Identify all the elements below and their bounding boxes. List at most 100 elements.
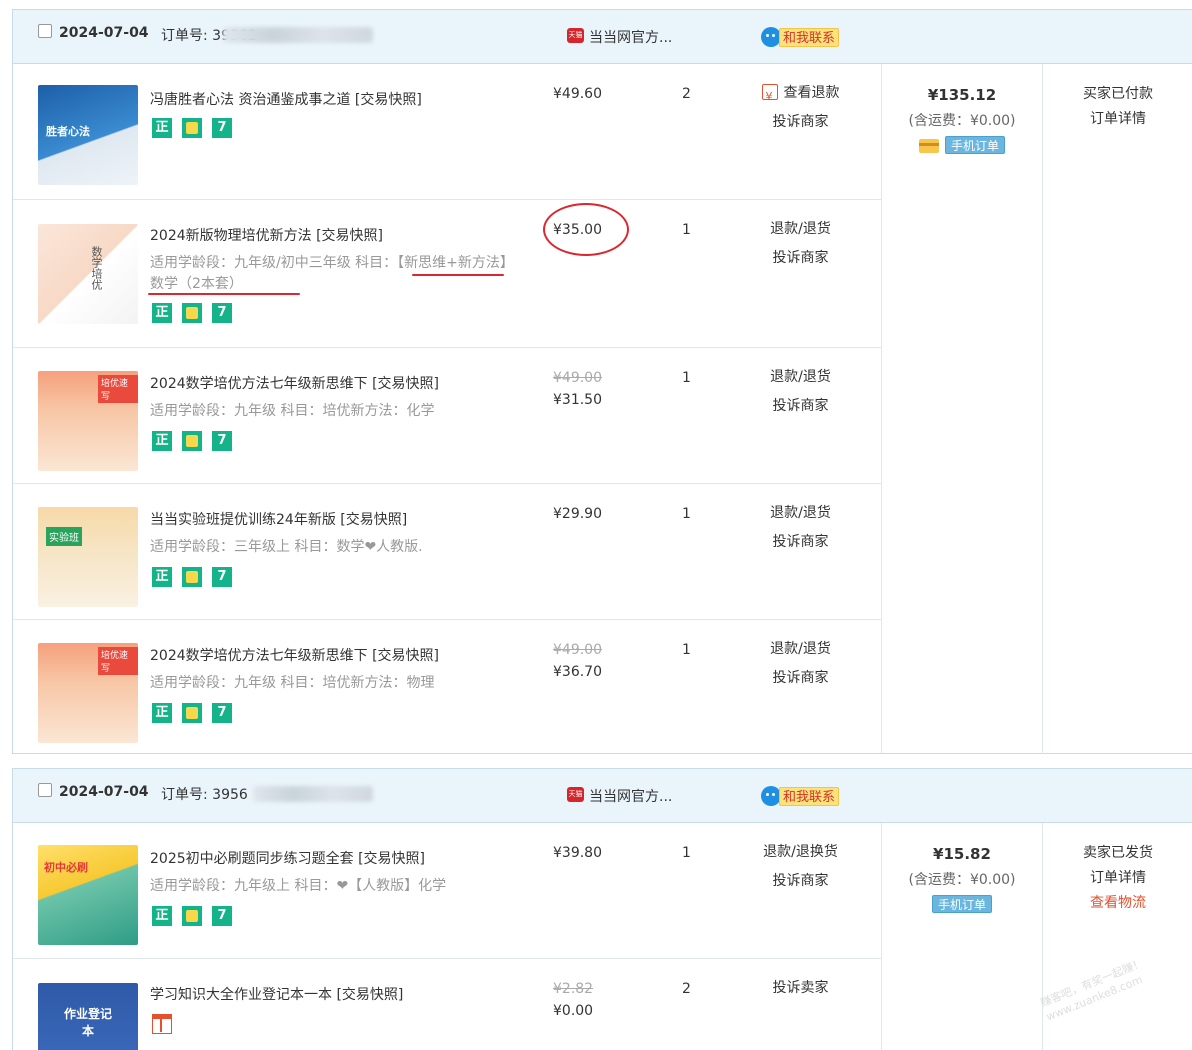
thumbnail-text: 培优速写: [98, 647, 138, 675]
guarantee-badge-icon: [182, 906, 202, 926]
product-attributes: 适用学龄段：九年级上 科目：❤【人教版】化学: [150, 878, 447, 894]
product-title-link[interactable]: 冯唐胜者心法 资治通鉴成事之道 [交易快照]: [150, 89, 422, 109]
item-quantity: 1: [682, 222, 691, 238]
original-price: ¥2.82: [553, 981, 594, 997]
genuine-badge-icon: 正: [152, 906, 172, 926]
item-quantity: 1: [682, 642, 691, 658]
item-actions: 查看退款 投诉商家: [748, 79, 853, 137]
guarantee-badge-icon: [182, 703, 202, 723]
tmall-icon: 天猫: [567, 787, 584, 802]
product-thumbnail[interactable]: 培优速写: [38, 643, 138, 743]
current-price: ¥0.00: [553, 1003, 594, 1019]
seven-day-return-icon: 7: [212, 567, 232, 587]
contact-seller-label: 和我联系: [779, 787, 840, 806]
order-detail-link[interactable]: 订单详情: [1043, 866, 1192, 891]
order-header: 2024-07-04 订单号: 39562 天猫 当当网官方... 和我联系: [13, 10, 1192, 64]
product-title-link[interactable]: 2024新版物理培优新方法 [交易快照]: [150, 225, 383, 245]
refund-exchange-link[interactable]: 退款/退换货: [748, 838, 853, 867]
original-price: ¥49.00: [553, 642, 602, 658]
complain-seller-link[interactable]: 投诉商家: [748, 664, 853, 693]
thumbnail-text: 胜者心法: [46, 125, 90, 138]
product-title-link[interactable]: 当当实验班提优训练24年新版 [交易快照]: [150, 509, 407, 529]
service-badges: 正 7: [152, 118, 232, 138]
complain-seller-link[interactable]: 投诉商家: [748, 392, 853, 421]
attr-underline-1: [412, 274, 504, 276]
complain-seller-link[interactable]: 投诉卖家: [748, 974, 853, 1003]
order-item-row: 培优速写 2024数学培优方法七年级新思维下 [交易快照] 适用学龄段：九年级 …: [13, 620, 881, 755]
refund-return-link[interactable]: 退款/退货: [748, 215, 853, 244]
seven-day-return-icon: 7: [212, 703, 232, 723]
product-title-link[interactable]: 学习知识大全作业登记本一本 [交易快照]: [150, 984, 403, 1004]
contact-seller-label: 和我联系: [779, 28, 840, 47]
order-header: 2024-07-04 订单号: 3956 天猫 当当网官方... 和我联系: [13, 769, 1192, 823]
order-total-column: ¥15.82 (含运费：¥0.00) 手机订单: [881, 823, 1042, 1050]
product-thumbnail[interactable]: 作业登记本: [38, 983, 138, 1050]
chat-bubble-icon: [761, 786, 781, 806]
order-item-row: 胜者心法 冯唐胜者心法 资治通鉴成事之道 [交易快照] 正 7 ¥49.60 2…: [13, 64, 881, 200]
item-quantity: 1: [682, 370, 691, 386]
item-quantity: 2: [682, 86, 691, 102]
shop-name-link[interactable]: 当当网官方...: [589, 27, 672, 47]
complain-seller-link[interactable]: 投诉商家: [748, 528, 853, 557]
mobile-order-tag: 手机订单: [931, 895, 992, 913]
complain-seller-link[interactable]: 投诉商家: [748, 867, 853, 896]
order-detail-link[interactable]: 订单详情: [1043, 107, 1192, 132]
product-title-link[interactable]: 2025初中必刷题同步练习题全套 [交易快照]: [150, 848, 425, 868]
refund-return-link[interactable]: 退款/退货: [748, 635, 853, 664]
product-title-link[interactable]: 2024数学培优方法七年级新思维下 [交易快照]: [150, 645, 439, 665]
seven-day-return-icon: 7: [212, 906, 232, 926]
original-price: ¥49.00: [553, 370, 602, 386]
genuine-badge-icon: 正: [152, 303, 172, 323]
item-quantity: 1: [682, 845, 691, 861]
genuine-badge-icon: 正: [152, 431, 172, 451]
guarantee-badge-icon: [182, 431, 202, 451]
service-badges: 正 7: [152, 431, 232, 451]
current-price: ¥31.50: [553, 392, 602, 408]
seven-day-return-icon: 7: [212, 118, 232, 138]
order-select-checkbox[interactable]: [38, 783, 52, 797]
refund-icon: [761, 82, 778, 111]
complain-seller-link[interactable]: 投诉商家: [748, 108, 853, 137]
shop-name-link[interactable]: 当当网官方...: [589, 786, 672, 806]
order-item-row: 实验班 当当实验班提优训练24年新版 [交易快照] 适用学龄段：三年级上 科目：…: [13, 484, 881, 620]
current-price: ¥39.80: [553, 845, 602, 861]
complain-seller-link[interactable]: 投诉商家: [748, 244, 853, 273]
item-actions: 退款/退换货 投诉商家: [748, 838, 853, 896]
thumbnail-text: 数学培优: [90, 246, 103, 290]
item-actions: 退款/退货 投诉商家: [748, 215, 853, 273]
mobile-order-tag: 手机订单: [944, 136, 1005, 154]
current-price: ¥29.90: [553, 506, 602, 522]
product-attributes: 适用学龄段：三年级上 科目：数学❤人教版.: [150, 539, 423, 555]
item-price: ¥29.90: [553, 506, 623, 522]
thumbnail-text: 培优速写: [98, 375, 138, 403]
order-total-column: ¥135.12 (含运费：¥0.00) 手机订单: [881, 64, 1042, 754]
product-thumbnail[interactable]: 数学培优: [38, 224, 138, 324]
order-card-2: 2024-07-04 订单号: 3956 天猫 当当网官方... 和我联系 初中…: [12, 768, 1192, 1050]
order-status-column: 买家已付款 订单详情: [1042, 64, 1192, 754]
card-payment-icon: [918, 139, 939, 153]
order-number: 订单号: 3956: [161, 787, 248, 803]
view-refund-link[interactable]: 查看退款: [748, 79, 853, 111]
refund-return-link[interactable]: 退款/退货: [748, 363, 853, 392]
view-logistics-link[interactable]: 查看物流: [1043, 891, 1192, 916]
product-thumbnail[interactable]: 培优速写: [38, 371, 138, 471]
order-number-blur: [253, 786, 373, 802]
product-thumbnail[interactable]: 初中必刷: [38, 845, 138, 945]
genuine-badge-icon: 正: [152, 703, 172, 723]
thumbnail-text: 作业登记本: [63, 1007, 112, 1038]
shipping-fee: (含运费：¥0.00): [908, 872, 1016, 888]
refund-return-link[interactable]: 退款/退货: [748, 499, 853, 528]
order-select-checkbox[interactable]: [38, 24, 52, 38]
item-price: ¥49.00 ¥31.50: [553, 370, 623, 408]
genuine-badge-icon: 正: [152, 567, 172, 587]
item-actions: 投诉卖家: [748, 974, 853, 1003]
shipping-fee: (含运费：¥0.00): [908, 113, 1016, 129]
gift-icon: [152, 1014, 172, 1034]
tmall-icon: 天猫: [567, 28, 584, 43]
product-thumbnail[interactable]: 实验班: [38, 507, 138, 607]
product-title-link[interactable]: 2024数学培优方法七年级新思维下 [交易快照]: [150, 373, 439, 393]
order-date: 2024-07-04: [59, 784, 149, 800]
order-date: 2024-07-04: [59, 25, 149, 41]
service-badges: 正 7: [152, 906, 232, 926]
product-thumbnail[interactable]: 胜者心法: [38, 85, 138, 185]
